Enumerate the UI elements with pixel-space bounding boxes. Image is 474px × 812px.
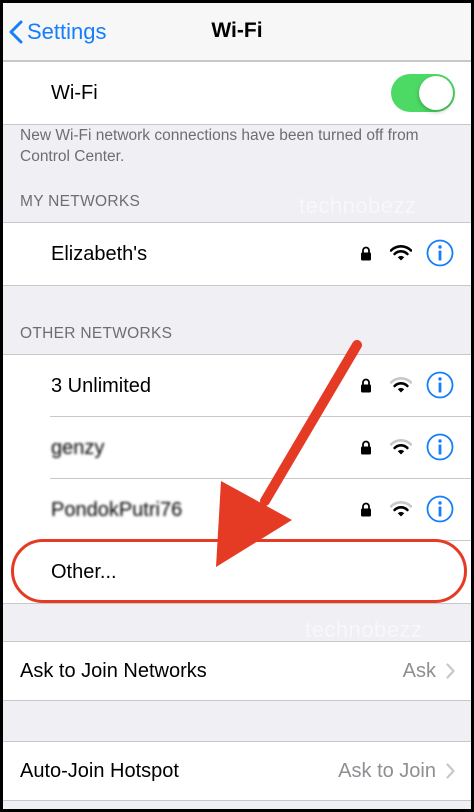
annotation-arrow (216, 340, 362, 567)
wifi-settings-screen: Settings Wi-Fi Wi-Fi New Wi-Fi network c… (3, 3, 471, 809)
